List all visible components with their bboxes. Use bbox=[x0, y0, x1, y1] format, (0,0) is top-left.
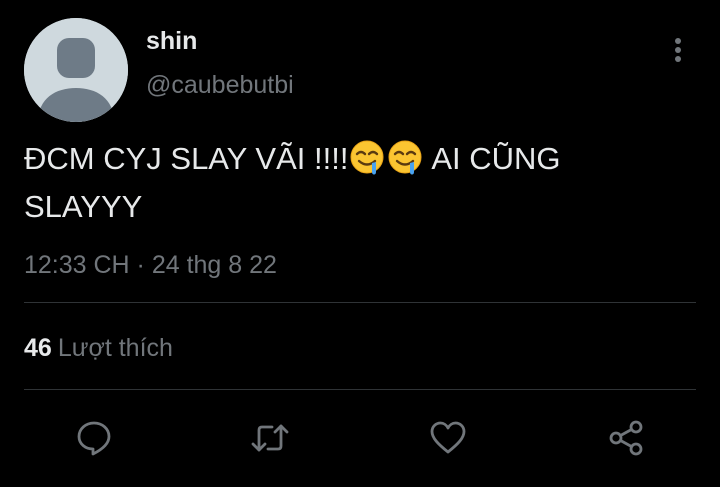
reply-icon bbox=[77, 421, 111, 456]
retweet-icon bbox=[251, 424, 289, 452]
more-options-button[interactable] bbox=[662, 34, 694, 66]
tweet-text: ĐCM CYJ SLAY VÃI !!!! AI CŨNG SLAYYY bbox=[24, 138, 674, 228]
likes-count: 46 bbox=[24, 334, 52, 362]
share-button[interactable] bbox=[606, 418, 646, 458]
author-handle[interactable]: @caubebutbi bbox=[146, 70, 294, 100]
more-vertical-icon bbox=[675, 38, 681, 62]
drooling-face-emoji bbox=[349, 139, 385, 186]
default-avatar-icon bbox=[24, 18, 128, 122]
share-icon bbox=[609, 420, 643, 456]
tweet-timestamp[interactable]: 12:33 CH · 24 thg 8 22 bbox=[24, 250, 277, 280]
retweet-button[interactable] bbox=[250, 418, 290, 458]
likes-label: Lượt thích bbox=[57, 334, 173, 362]
divider bbox=[24, 302, 696, 303]
author-display-name[interactable]: shin bbox=[146, 26, 197, 56]
drooling-face-emoji bbox=[387, 139, 423, 186]
reply-button[interactable] bbox=[74, 418, 114, 458]
heart-icon bbox=[430, 421, 466, 454]
divider bbox=[24, 389, 696, 390]
tweet-text-part1: ĐCM CYJ SLAY VÃI !!!! bbox=[24, 141, 349, 176]
like-button[interactable] bbox=[428, 418, 468, 458]
likes-summary[interactable]: 46 Lượt thích bbox=[24, 333, 173, 363]
avatar[interactable] bbox=[24, 18, 128, 122]
